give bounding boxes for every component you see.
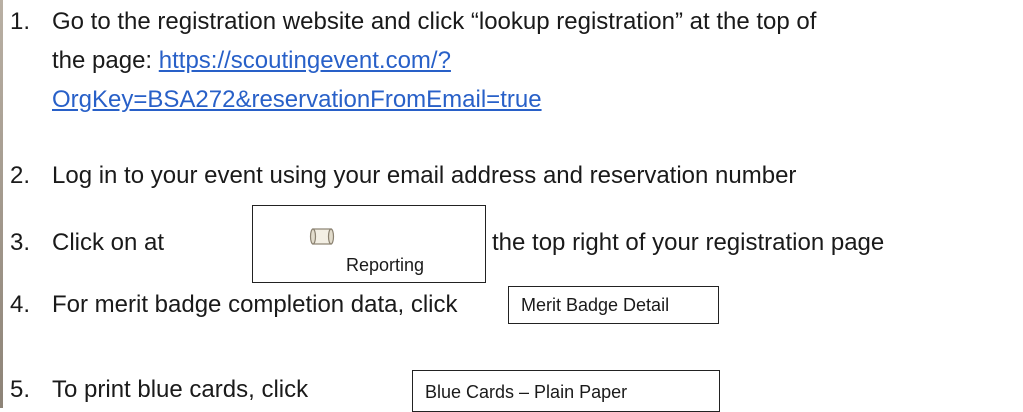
step-5-number: 5. bbox=[10, 376, 31, 403]
step-2-number: 2. bbox=[10, 162, 31, 189]
step-1-text-line1: Go to the registration website and click… bbox=[52, 8, 817, 35]
blue-cards-plain-paper-button[interactable]: Blue Cards – Plain Paper bbox=[412, 370, 720, 412]
registration-link-continued[interactable]: OrgKey=BSA272&reservationFromEmail=true bbox=[52, 84, 542, 116]
merit-badge-detail-button-label: Merit Badge Detail bbox=[521, 295, 670, 315]
step-1-number: 1. bbox=[10, 8, 31, 35]
step-3-text-after: the top right of your registration page bbox=[492, 229, 885, 256]
step-1-text-line2: the page: https://scoutingevent.com/? bbox=[52, 45, 451, 77]
step-1-prefix: the page: bbox=[52, 47, 159, 74]
step-3-number: 3. bbox=[10, 229, 31, 256]
registration-link[interactable]: https://scoutingevent.com/? bbox=[159, 47, 451, 74]
step-3-text-before: Click on at bbox=[52, 229, 165, 256]
merit-badge-detail-button[interactable]: Merit Badge Detail bbox=[508, 286, 719, 324]
blue-cards-plain-paper-button-label: Blue Cards – Plain Paper bbox=[425, 382, 628, 402]
step-2-text: Log in to your event using your email ad… bbox=[52, 162, 797, 189]
step-4-text: For merit badge completion data, click bbox=[52, 291, 458, 318]
step-4-number: 4. bbox=[10, 291, 31, 318]
reporting-button[interactable]: Reporting bbox=[252, 205, 486, 283]
scroll-icon bbox=[309, 226, 335, 253]
page-left-edge bbox=[0, 0, 3, 408]
reporting-button-label: Reporting bbox=[346, 255, 425, 275]
step-5-text: To print blue cards, click bbox=[52, 376, 309, 403]
